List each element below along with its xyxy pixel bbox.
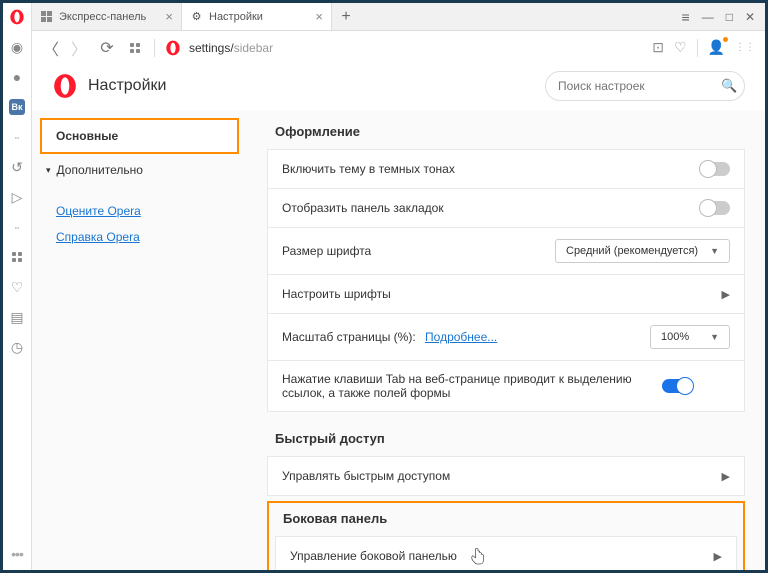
chevron-down-icon: ▾ — [46, 165, 51, 176]
row-customize-fonts[interactable]: Настроить шрифты ▶ — [267, 274, 745, 314]
url-field[interactable]: settings/sidebar — [165, 40, 642, 56]
heart-icon[interactable]: ♡ — [9, 279, 25, 295]
settings-body: Основные ▾ Дополнительно Оцените Opera С… — [32, 110, 765, 570]
reload-button[interactable]: ⟳ — [98, 39, 116, 57]
tab-label: Настройки — [209, 11, 263, 23]
heart-icon[interactable]: ♡ — [674, 39, 687, 56]
close-icon[interactable]: × — [315, 9, 323, 24]
new-tab-button[interactable]: + — [332, 3, 360, 30]
search-box[interactable]: 🔍 — [545, 71, 745, 101]
highlight-side-panel: Боковая панель Управление боковой панель… — [267, 501, 745, 570]
minimize-button[interactable]: — — [702, 10, 714, 24]
separator-icon: ••• — [9, 219, 25, 235]
chevron-right-icon: ▶ — [722, 288, 730, 301]
opera-logo-icon — [9, 9, 25, 25]
chevron-down-icon: ▼ — [710, 332, 719, 342]
nav-advanced[interactable]: ▾ Дополнительно — [32, 154, 247, 186]
nav-main[interactable]: Основные — [40, 118, 239, 154]
whatsapp-icon[interactable]: ● — [9, 69, 25, 85]
messenger-icon[interactable]: ◉ — [9, 39, 25, 55]
separator-icon: ••• — [9, 129, 25, 145]
tab-bar: Экспресс-панель × ⚙ Настройки × + ≡ — □ … — [32, 3, 765, 31]
chevron-right-icon: ▶ — [722, 470, 730, 483]
apps-icon[interactable] — [9, 249, 25, 265]
toggle-bookmarks-bar[interactable] — [700, 201, 730, 215]
tab-label: Экспресс-панель — [59, 11, 146, 23]
row-page-zoom: Масштаб страницы (%): Подробнее... 100% … — [267, 313, 745, 361]
search-icon: 🔍 — [721, 78, 737, 94]
row-bookmarks-bar: Отобразить панель закладок — [267, 188, 745, 228]
select-page-zoom[interactable]: 100% ▼ — [650, 325, 730, 349]
section-sidepanel-title: Боковая панель — [283, 511, 737, 526]
easy-setup-icon[interactable]: ⋮⋮ — [735, 42, 755, 53]
chevron-down-icon: ▼ — [710, 246, 719, 256]
clock-icon[interactable]: ◷ — [9, 339, 25, 355]
history-icon[interactable]: ↺ — [9, 159, 25, 175]
row-manage-quickaccess[interactable]: Управлять быстрым доступом ▶ — [267, 456, 745, 496]
toggle-tab-highlight[interactable] — [662, 379, 692, 393]
reader-icon[interactable]: ▤ — [9, 309, 25, 325]
opera-url-icon — [165, 40, 181, 56]
speed-dial-icon — [40, 10, 53, 23]
close-button[interactable]: ✕ — [745, 10, 755, 24]
row-font-size: Размер шрифта Средний (рекомендуется) ▼ — [267, 227, 745, 275]
settings-main-panel: Оформление Включить тему в темных тонах … — [247, 110, 765, 570]
profile-icon[interactable]: 👤 — [708, 39, 725, 56]
opera-logo-icon — [52, 73, 78, 99]
page-title: Настройки — [88, 77, 166, 95]
settings-left-nav: Основные ▾ Дополнительно Оцените Opera С… — [32, 110, 247, 570]
window-controls: ≡ — □ ✕ — [672, 3, 765, 30]
section-appearance-title: Оформление — [275, 124, 745, 139]
vk-icon[interactable]: Вк — [9, 99, 25, 115]
search-input[interactable] — [558, 79, 713, 93]
section-quickaccess-title: Быстрый доступ — [275, 431, 745, 446]
row-dark-theme: Включить тему в темных тонах — [267, 149, 745, 189]
maximize-button[interactable]: □ — [726, 10, 733, 24]
row-tab-highlight: Нажатие клавиши Tab на веб-странице прив… — [267, 360, 745, 412]
address-bar: 〈 〉 ⟳ settings/sidebar ⊡ ♡ 👤 ⋮⋮ — [32, 31, 765, 65]
forward-button[interactable]: 〉 — [70, 39, 88, 57]
zoom-more-link[interactable]: Подробнее... — [425, 330, 497, 344]
chevron-right-icon: ▶ — [714, 550, 722, 563]
menu-icon[interactable]: ≡ — [682, 9, 690, 25]
select-font-size[interactable]: Средний (рекомендуется) ▼ — [555, 239, 730, 263]
back-button[interactable]: 〈 — [42, 39, 60, 57]
tab-speed-dial[interactable]: Экспресс-панель × — [32, 3, 182, 30]
more-icon[interactable]: ••• — [11, 546, 23, 562]
gear-icon: ⚙ — [190, 10, 203, 23]
row-manage-sidepanel[interactable]: Управление боковой панелью ▶ — [275, 536, 737, 570]
close-icon[interactable]: × — [165, 9, 173, 24]
snapshot-icon[interactable]: ⊡ — [652, 39, 664, 56]
addrbar-right-icons: ⊡ ♡ 👤 ⋮⋮ — [652, 39, 755, 57]
settings-header: Настройки 🔍 — [32, 62, 765, 110]
browser-sidebar: ◉ ● Вк ••• ↺ ▷ ••• ♡ ▤ ◷ ••• — [3, 3, 32, 570]
tab-settings[interactable]: ⚙ Настройки × — [182, 3, 332, 30]
toggle-dark-theme[interactable] — [700, 162, 730, 176]
send-icon[interactable]: ▷ — [9, 189, 25, 205]
nav-rate-link[interactable]: Оцените Opera — [32, 198, 247, 224]
speed-dial-button[interactable] — [126, 39, 144, 57]
nav-help-link[interactable]: Справка Opera — [32, 224, 247, 250]
